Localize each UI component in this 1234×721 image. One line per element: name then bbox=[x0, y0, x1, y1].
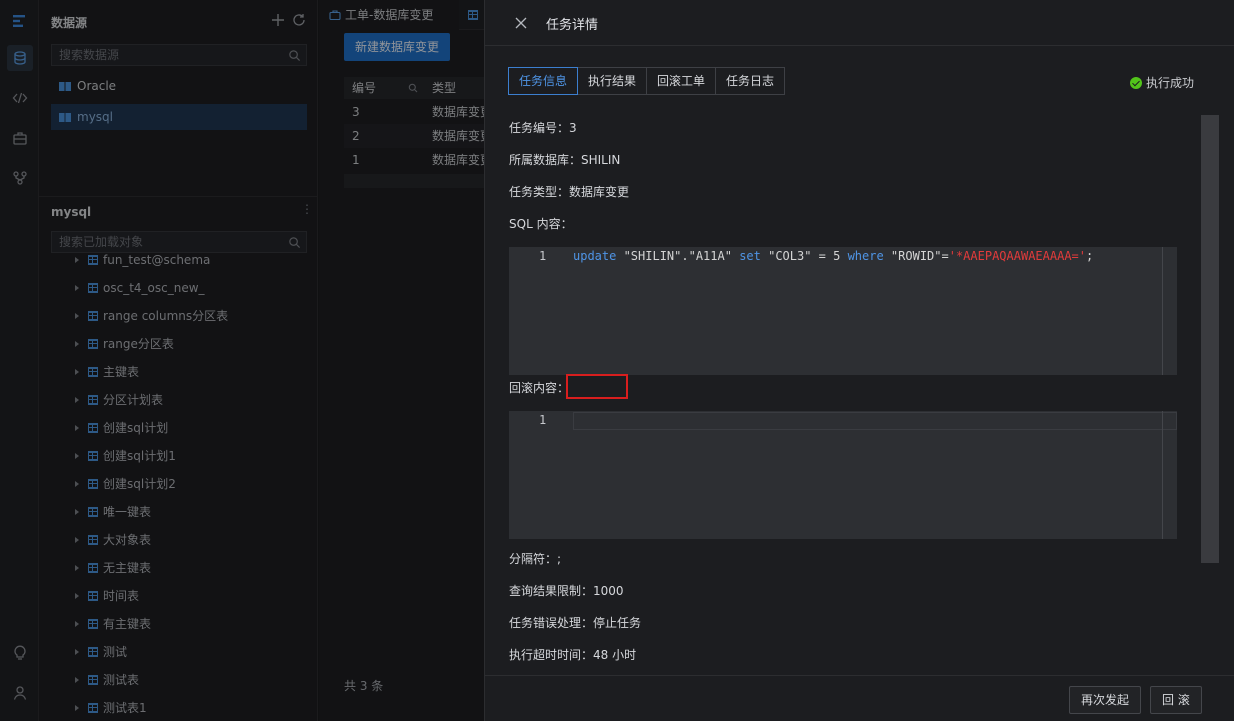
close-icon[interactable] bbox=[513, 15, 529, 31]
tab-task-log[interactable]: 任务日志 bbox=[715, 67, 786, 95]
drawer-footer: 再次发起 回 滚 bbox=[485, 675, 1234, 721]
drawer-title: 任务详情 bbox=[546, 18, 599, 33]
drawer-header: 任务详情 bbox=[485, 0, 1234, 46]
field-task-type: 任务类型：数据库变更 bbox=[509, 185, 630, 199]
modal-mask[interactable] bbox=[0, 0, 484, 721]
line-number: 1 bbox=[539, 249, 547, 263]
editor-ruler bbox=[1162, 247, 1163, 375]
tab-task-info[interactable]: 任务信息 bbox=[508, 67, 579, 95]
editor-gutter bbox=[509, 247, 565, 375]
task-detail-drawer: 任务详情 任务信息 执行结果 回滚工单 任务日志 执行成功 任务编号：3 所属数… bbox=[484, 0, 1234, 721]
tab-rollback-order[interactable]: 回滚工单 bbox=[646, 67, 717, 95]
field-task-id: 任务编号：3 bbox=[509, 121, 577, 135]
field-query-limit: 查询结果限制：1000 bbox=[509, 584, 624, 598]
rollback-editor[interactable]: 1 bbox=[509, 411, 1177, 539]
detail-tabs: 任务信息 执行结果 回滚工单 任务日志 bbox=[508, 67, 786, 95]
status-text: 执行成功 bbox=[1145, 76, 1194, 90]
field-timeout: 执行超时时间：48 小时 bbox=[509, 648, 637, 662]
field-error-handling: 任务错误处理：停止任务 bbox=[509, 616, 642, 630]
sql-code-line: update "SHILIN"."A11A" set "COL3" = 5 wh… bbox=[573, 249, 1094, 263]
current-line-highlight bbox=[573, 412, 1177, 430]
highlight-box bbox=[566, 374, 628, 399]
tab-execution-result[interactable]: 执行结果 bbox=[577, 67, 648, 95]
field-sql-label: SQL 内容： bbox=[509, 217, 573, 231]
success-icon bbox=[1129, 77, 1142, 89]
sql-editor[interactable]: 1 update "SHILIN"."A11A" set "COL3" = 5 … bbox=[509, 247, 1177, 375]
rollback-button[interactable]: 回 滚 bbox=[1150, 686, 1202, 714]
reinitiate-button[interactable]: 再次发起 bbox=[1069, 686, 1142, 714]
field-rollback-label: 回滚内容： bbox=[509, 381, 570, 395]
status-badge: 执行成功 bbox=[1129, 74, 1194, 91]
line-number: 1 bbox=[539, 413, 547, 427]
field-delimiter: 分隔符：; bbox=[509, 552, 562, 566]
editor-gutter bbox=[509, 411, 565, 539]
editor-ruler bbox=[1162, 411, 1163, 539]
scrollbar[interactable] bbox=[1201, 115, 1219, 563]
field-database: 所属数据库：SHILIN bbox=[509, 153, 621, 167]
